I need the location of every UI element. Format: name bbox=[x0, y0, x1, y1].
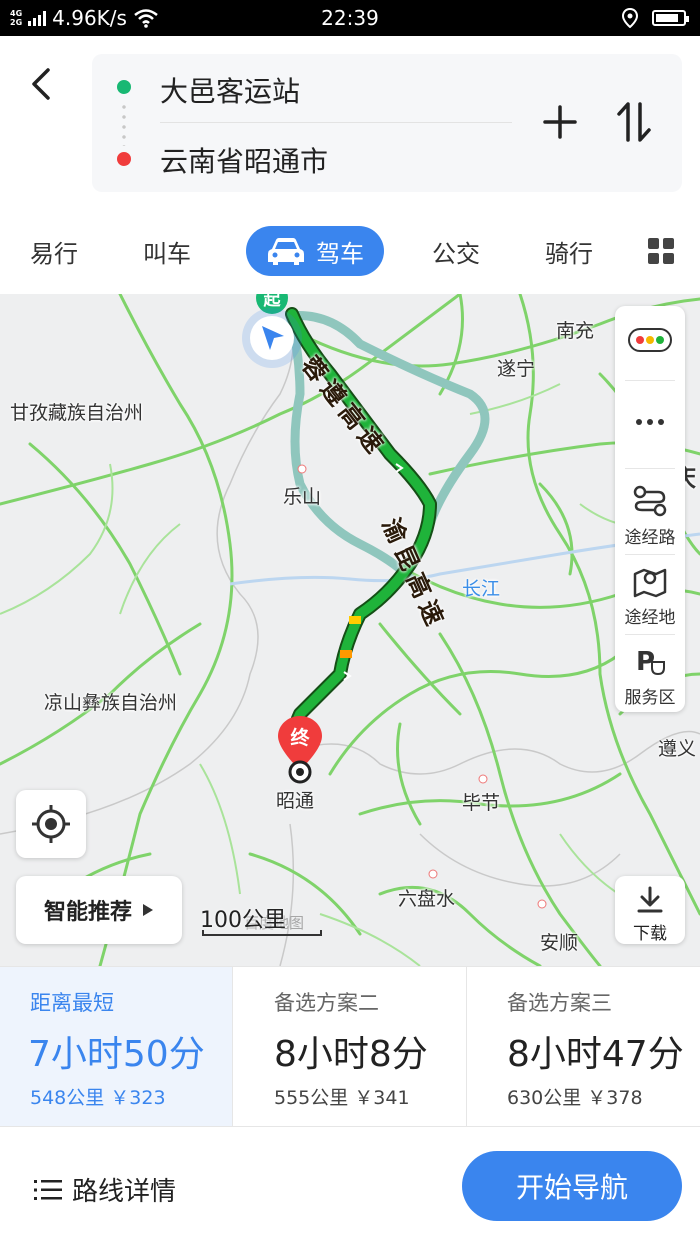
download-icon bbox=[637, 886, 663, 913]
map-label-ganzi: 甘孜藏族自治州 bbox=[10, 402, 144, 424]
start-dot-icon bbox=[117, 80, 131, 94]
download-button[interactable]: 下载 bbox=[615, 876, 685, 944]
tab-drive[interactable]: 驾车 bbox=[246, 226, 384, 276]
transport-mode-tabs: 易行 叫车 驾车 公交 骑行 bbox=[0, 214, 700, 294]
route-details-button[interactable]: 路线详情 bbox=[34, 1171, 176, 1208]
plan-label: 距离最短 bbox=[30, 991, 114, 1015]
plan-label: 备选方案二 bbox=[274, 991, 379, 1015]
plan-duration: 8小时8分 bbox=[274, 1034, 428, 1075]
battery-level bbox=[656, 14, 678, 22]
tab-bike[interactable]: 骑行 bbox=[545, 234, 593, 269]
clock: 22:39 bbox=[321, 6, 379, 30]
list-icon bbox=[34, 1179, 62, 1200]
route-waypoint-icon bbox=[633, 485, 667, 517]
map-label-zunyi: 遵义 bbox=[658, 738, 697, 760]
swap-icon[interactable] bbox=[614, 100, 654, 144]
map-pin-icon bbox=[633, 568, 667, 598]
car-icon bbox=[268, 238, 304, 265]
start-navigation-button[interactable]: 开始导航 bbox=[462, 1151, 682, 1221]
traffic-light-icon bbox=[628, 328, 672, 352]
end-dot-icon bbox=[117, 152, 131, 166]
back-icon[interactable] bbox=[22, 64, 62, 104]
end-marker-icon: 终 bbox=[278, 716, 322, 784]
connector-dots bbox=[122, 102, 126, 146]
more-dots-icon bbox=[636, 419, 664, 425]
tab-taxi[interactable]: 叫车 bbox=[143, 234, 191, 269]
plan-distance-cost: 548公里 ￥323 bbox=[30, 1087, 166, 1109]
start-location-field[interactable]: 大邑客运站 bbox=[160, 70, 300, 110]
map-label-suining: 遂宁 bbox=[497, 358, 536, 380]
smart-recommend-button[interactable]: 智能推荐 bbox=[16, 876, 182, 944]
route-input-box: 大邑客运站 云南省昭通市 bbox=[92, 54, 682, 192]
tab-bus[interactable]: 公交 bbox=[432, 234, 480, 269]
route-plans: 距离最短 7小时50分 548公里 ￥323 备选方案二 8小时8分 555公里… bbox=[0, 966, 700, 1127]
battery-icon bbox=[652, 10, 689, 26]
map-label-nanchong: 南充 bbox=[556, 320, 595, 342]
parking-icon: P bbox=[636, 647, 665, 677]
map-controls-panel: 途经路 途经地 P 服务区 bbox=[615, 306, 685, 712]
route-plan-1[interactable]: 距离最短 7小时50分 548公里 ￥323 bbox=[0, 967, 233, 1127]
end-location-field[interactable]: 云南省昭通市 bbox=[160, 140, 328, 180]
location-icon bbox=[622, 8, 638, 28]
plan-duration: 8小时47分 bbox=[507, 1034, 684, 1075]
scale-bar bbox=[202, 930, 322, 936]
plan-distance-cost: 555公里 ￥341 bbox=[274, 1087, 410, 1109]
add-waypoint-icon[interactable] bbox=[540, 102, 580, 142]
status-bar: 4G 2G 4.96K/s 22:39 bbox=[0, 0, 700, 36]
map-view[interactable]: 起 终 蓉遵高速 渝昆高速 南充 遂宁 甘孜藏族自治州 乐山 重庆 长江 凉山彝… bbox=[0, 294, 700, 966]
waypoint-place-button[interactable]: 途经地 bbox=[615, 564, 685, 628]
map-label-leshan: 乐山 bbox=[283, 486, 322, 508]
waypoint-route-button[interactable]: 途经路 bbox=[615, 484, 685, 548]
map-label-liupanshui: 六盘水 bbox=[398, 888, 456, 910]
locate-me-button[interactable] bbox=[16, 790, 86, 858]
play-triangle-icon bbox=[143, 904, 153, 916]
route-plan-3[interactable]: 备选方案三 8小时47分 630公里 ￥378 bbox=[467, 967, 700, 1127]
plan-label: 备选方案三 bbox=[507, 991, 612, 1015]
more-options-button[interactable] bbox=[615, 398, 685, 454]
divider bbox=[160, 122, 512, 123]
route-header: 大邑客运站 云南省昭通市 bbox=[0, 36, 700, 214]
route-plan-2[interactable]: 备选方案二 8小时8分 555公里 ￥341 bbox=[234, 967, 467, 1127]
traffic-toggle[interactable] bbox=[615, 316, 685, 366]
tab-easy-travel[interactable]: 易行 bbox=[30, 234, 78, 269]
crosshair-icon bbox=[32, 805, 70, 843]
map-label-zhaotong: 昭通 bbox=[276, 790, 315, 812]
map-label-bijie: 毕节 bbox=[462, 792, 501, 814]
map-label-yangtze: 长江 bbox=[462, 578, 501, 600]
plan-distance-cost: 630公里 ￥378 bbox=[507, 1087, 643, 1109]
navigation-arrow-icon bbox=[250, 316, 294, 360]
bottom-action-bar: 路线详情 开始导航 bbox=[0, 1126, 700, 1245]
map-label-anshun: 安顺 bbox=[540, 932, 579, 954]
more-modes-grid-icon[interactable] bbox=[648, 238, 674, 264]
plan-duration: 7小时50分 bbox=[28, 1034, 205, 1075]
service-area-button[interactable]: P 服务区 bbox=[615, 644, 685, 708]
svg-text:终: 终 bbox=[290, 726, 310, 749]
map-label-liangshan: 凉山彝族自治州 bbox=[44, 692, 178, 714]
